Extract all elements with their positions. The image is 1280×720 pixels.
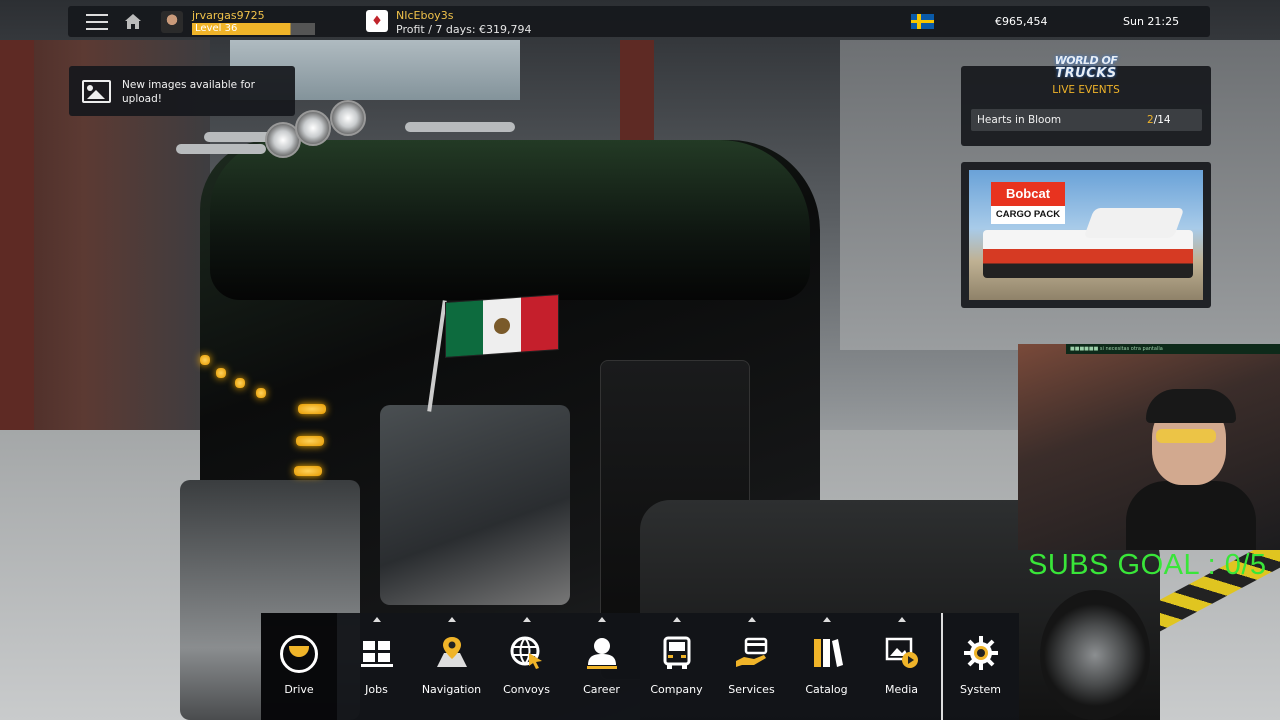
dock-label: Company	[650, 683, 703, 696]
company-logo-icon[interactable]: ♦	[366, 10, 388, 32]
dock-career[interactable]: Career	[564, 613, 639, 720]
caret-up-icon	[447, 617, 456, 622]
dock-label: Navigation	[421, 683, 482, 696]
caret-up-icon	[897, 617, 906, 622]
event-name: Hearts in Bloom	[977, 114, 1062, 126]
dock-company[interactable]: Company	[639, 613, 714, 720]
person-icon	[586, 638, 617, 669]
marker-light	[294, 466, 322, 476]
air-horn	[405, 122, 515, 132]
globe-cursor-icon	[510, 636, 542, 669]
dock-system[interactable]: System	[943, 613, 1018, 720]
dock-convoys[interactable]: Convoys	[489, 613, 564, 720]
caret-up-icon	[597, 617, 606, 622]
gear-icon	[963, 636, 998, 670]
bottom-dock: Drive Jobs Navigation Convoys Career Com…	[261, 613, 1019, 720]
air-horn	[176, 144, 266, 154]
promo-banner[interactable]: Bobcat CARGO PACK	[961, 162, 1211, 308]
marker-light	[235, 378, 245, 388]
roof-lamp	[330, 100, 366, 136]
dock-services[interactable]: Services	[714, 613, 789, 720]
dock-drive[interactable]: Drive	[261, 613, 337, 720]
level-label: Level 36	[195, 23, 238, 34]
mexico-flag	[445, 294, 559, 358]
service-hand-icon	[735, 637, 767, 667]
event-row[interactable]: Hearts in Bloom 2/14	[971, 109, 1202, 131]
top-bar: jrvargas9725 Level 36 ♦ NIcEboy3s Profit…	[68, 6, 1210, 37]
marker-light	[200, 355, 210, 365]
truck-front-icon	[663, 636, 690, 669]
dock-label: Convoys	[503, 683, 550, 696]
truck-roof	[210, 140, 810, 300]
live-events-title: LIVE EVENTS	[1052, 84, 1120, 96]
promo-image: Bobcat CARGO PACK	[969, 170, 1203, 300]
promo-badge: Bobcat CARGO PACK	[991, 182, 1065, 224]
streamer	[1126, 389, 1256, 550]
event-progress-total: /14	[1153, 114, 1171, 126]
event-progress: 2/14	[1147, 109, 1171, 131]
level-bar: Level 36	[192, 23, 315, 35]
caret-up-icon	[747, 617, 756, 622]
logo-line-2: TRUCKS	[1055, 66, 1117, 81]
cargo-boxes-icon	[360, 641, 393, 667]
promo-brand: Bobcat	[991, 182, 1065, 206]
avatar[interactable]	[161, 11, 183, 33]
notification-text: New images available for upload!	[122, 79, 255, 105]
dock-label: System	[959, 683, 1002, 696]
webcam-overlay	[1018, 344, 1280, 550]
dock-navigation[interactable]: Navigation	[414, 613, 489, 720]
chat-overlay: ■■■■■■ si necesitas otra pantalla	[1066, 344, 1280, 354]
event-progress-current: 2	[1147, 114, 1154, 126]
dock-label: Career	[583, 683, 620, 696]
dock-label: Services	[728, 683, 775, 696]
company-profit: Profit / 7 days: €319,794	[396, 23, 532, 36]
promo-subtitle: CARGO PACK	[991, 206, 1065, 224]
username[interactable]: jrvargas9725	[192, 9, 265, 22]
money-balance: €965,454	[995, 15, 1048, 28]
dock-jobs[interactable]: Jobs	[339, 613, 414, 720]
dock-label: Jobs	[365, 683, 388, 696]
truck-window	[380, 405, 570, 605]
marker-light	[298, 404, 326, 414]
caret-up-icon	[672, 617, 681, 622]
caret-up-icon	[522, 617, 531, 622]
dock-catalog[interactable]: Catalog	[789, 613, 864, 720]
truck-wheel	[1040, 590, 1150, 720]
caret-up-icon	[372, 617, 381, 622]
marker-light	[296, 436, 324, 446]
company-name[interactable]: NIcEboy3s	[396, 9, 453, 22]
image-icon	[82, 80, 111, 103]
live-events-panel: WORLD OF TRUCKS LIVE EVENTS Hearts in Bl…	[961, 54, 1211, 146]
media-gallery-icon	[885, 637, 918, 668]
sweden-flag-icon	[911, 14, 934, 29]
promo-excavator	[1083, 208, 1185, 238]
dock-media[interactable]: Media	[864, 613, 939, 720]
dock-label: Drive	[284, 683, 314, 696]
caret-up-icon	[822, 617, 831, 622]
books-icon	[813, 639, 843, 667]
garage-pillar	[0, 40, 34, 460]
game-clock: Sun 21:25	[1123, 15, 1180, 28]
marker-light	[216, 368, 226, 378]
dock-label: Catalog	[805, 683, 848, 696]
dock-label: Media	[884, 683, 919, 696]
roof-lamp	[295, 110, 331, 146]
subs-goal-text: SUBS GOAL : 0/5	[1028, 549, 1267, 581]
marker-light	[256, 388, 266, 398]
world-of-trucks-logo: WORLD OF TRUCKS	[1039, 50, 1133, 84]
menu-icon[interactable]	[86, 14, 108, 30]
upload-notification[interactable]: New images available for upload!	[69, 66, 295, 116]
map-pin-icon	[436, 637, 467, 667]
steering-wheel-icon	[280, 635, 318, 673]
home-icon[interactable]	[124, 13, 142, 30]
